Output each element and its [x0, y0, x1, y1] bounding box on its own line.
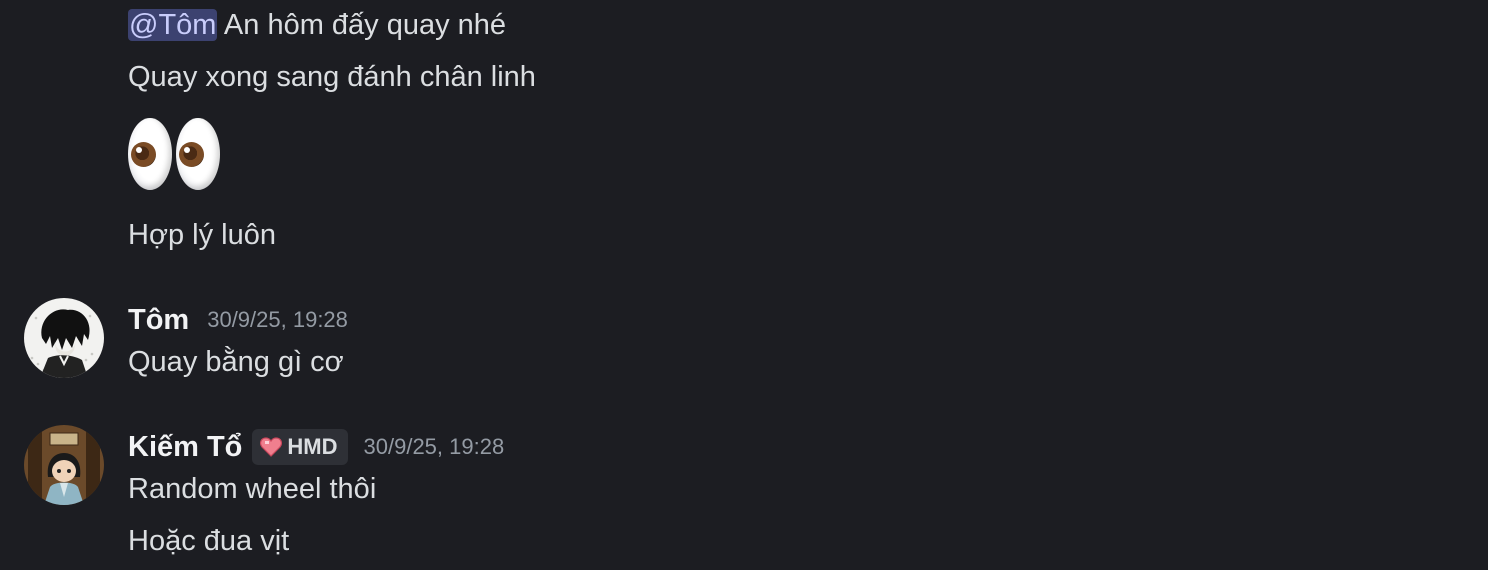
message-line: Quay xong sang đánh chân linh: [128, 61, 536, 93]
eye-right: [176, 118, 220, 190]
eye-left: [128, 118, 172, 190]
server-tag[interactable]: HMD: [252, 429, 348, 465]
timestamp[interactable]: 30/9/25, 19:28: [207, 302, 348, 338]
heart-icon: [260, 437, 283, 457]
message-line: Quay bằng gì cơ: [128, 346, 344, 378]
eyes-emoji: [128, 118, 224, 192]
message-text: An hôm đấy quay nhé: [217, 9, 507, 41]
message-header: Kiếm Tổ HMD 30/9/25, 19:28: [128, 429, 504, 465]
chibi-character-avatar-icon: [24, 425, 104, 505]
username[interactable]: Kiếm Tổ: [128, 429, 242, 465]
timestamp[interactable]: 30/9/25, 19:28: [364, 429, 505, 465]
manga-character-avatar-icon: [24, 298, 104, 378]
avatar[interactable]: [24, 298, 104, 378]
message-line: @Tôm An hôm đấy quay nhé: [128, 7, 506, 43]
message-header: Tôm 30/9/25, 19:28: [128, 302, 348, 338]
avatar[interactable]: [24, 425, 104, 505]
chat-messages: @Tôm An hôm đấy quay nhé Quay xong sang …: [0, 0, 1488, 570]
message-line: Hoặc đua vịt: [128, 525, 290, 557]
user-mention[interactable]: @Tôm: [128, 9, 218, 41]
server-tag-label: HMD: [287, 434, 338, 459]
message-line: Hợp lý luôn: [128, 219, 276, 251]
username[interactable]: Tôm: [128, 302, 189, 338]
message-line: Random wheel thôi: [128, 473, 377, 505]
